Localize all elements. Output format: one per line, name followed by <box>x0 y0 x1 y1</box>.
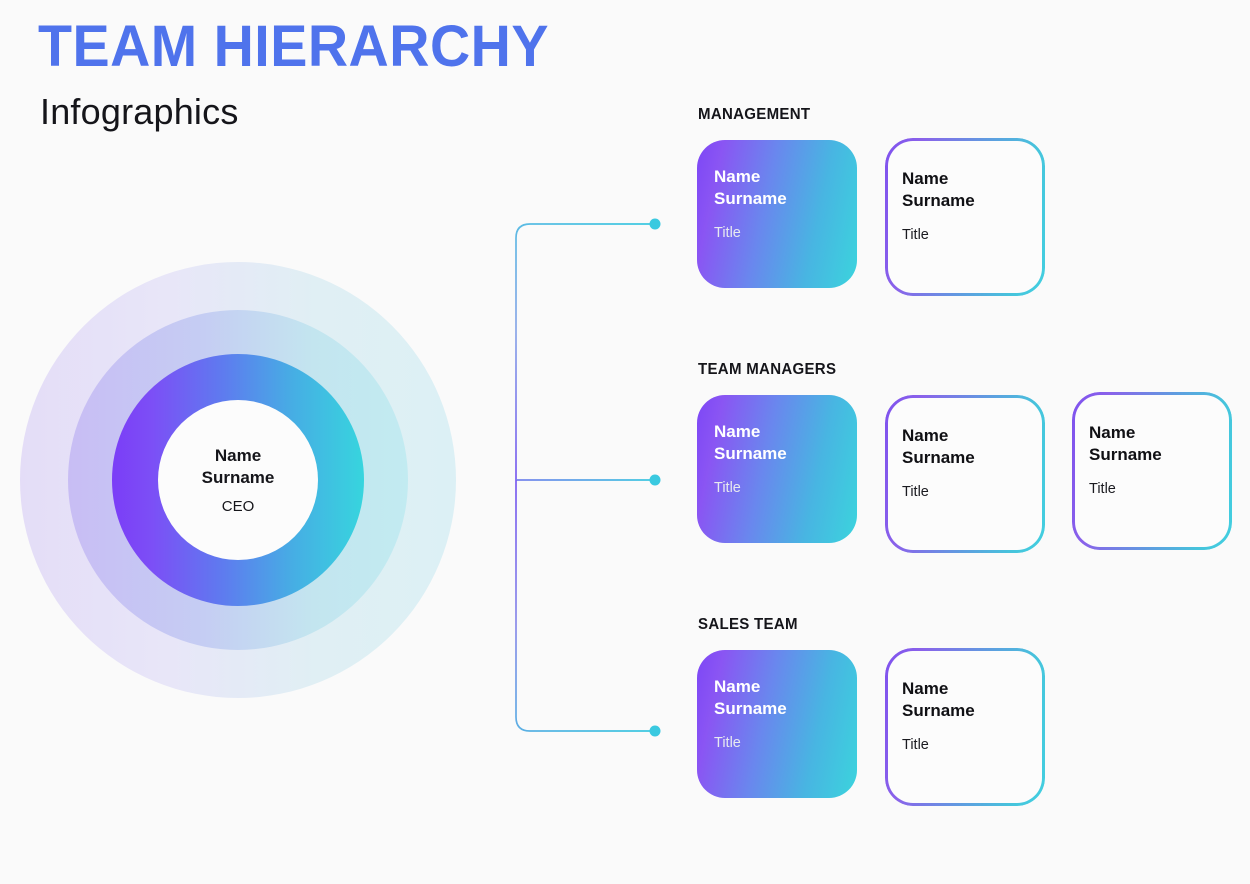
header: TEAM HIERARCHY Infographics <box>38 18 678 130</box>
cards-row-team-managers: Name Surname Title Name Surname Title Na… <box>697 392 1232 555</box>
person-title: Title <box>902 736 929 753</box>
ceo-role: CEO <box>221 497 255 515</box>
person-card[interactable]: Name Surname Title <box>697 650 857 798</box>
connector-dot-team-managers <box>649 474 661 486</box>
page-title: TEAM HIERARCHY <box>38 14 549 79</box>
connector-dot-management <box>649 218 661 230</box>
person-title: Title <box>714 224 741 241</box>
group-team-managers: TEAM MANAGERS Name Surname Title Name Su… <box>697 361 1232 555</box>
ceo-node[interactable]: Name Surname CEO <box>158 400 318 560</box>
person-card[interactable]: Name Surname Title <box>885 138 1045 296</box>
person-name: Name Surname <box>714 167 787 209</box>
connector-branch-sales-team <box>515 480 655 732</box>
person-card[interactable]: Name Surname Title <box>885 395 1045 553</box>
person-name: Name Surname <box>902 679 975 721</box>
person-card[interactable]: Name Surname Title <box>1072 392 1232 550</box>
cards-row-management: Name Surname Title Name Surname Title <box>697 138 1045 300</box>
group-management: MANAGEMENT Name Surname Title Name Surna… <box>697 106 1045 300</box>
person-name: Name Surname <box>902 169 975 211</box>
page-subtitle: Infographics <box>40 91 239 132</box>
person-title: Title <box>902 483 929 500</box>
radial-hierarchy-diagram: Name Surname CEO <box>20 262 456 698</box>
person-card[interactable]: Name Surname Title <box>697 140 857 288</box>
group-sales-team: SALES TEAM Name Surname Title Name Surna… <box>697 616 1045 810</box>
connector-dot-sales-team <box>649 725 661 737</box>
person-name: Name Surname <box>902 426 975 468</box>
person-card[interactable]: Name Surname Title <box>697 395 857 543</box>
person-card[interactable]: Name Surname Title <box>885 648 1045 806</box>
group-label-team-managers: TEAM MANAGERS <box>698 361 837 378</box>
connector-branch-management <box>515 223 655 480</box>
person-title: Title <box>714 479 741 496</box>
person-name: Name Surname <box>1089 423 1162 465</box>
person-title: Title <box>714 734 741 751</box>
group-label-sales-team: SALES TEAM <box>698 616 798 633</box>
ceo-name: Name Surname <box>201 446 275 487</box>
group-label-management: MANAGEMENT <box>698 106 811 123</box>
person-name: Name Surname <box>714 422 787 464</box>
person-name: Name Surname <box>714 677 787 719</box>
person-title: Title <box>1089 480 1116 497</box>
cards-row-sales-team: Name Surname Title Name Surname Title <box>697 648 1045 810</box>
person-title: Title <box>902 226 929 243</box>
